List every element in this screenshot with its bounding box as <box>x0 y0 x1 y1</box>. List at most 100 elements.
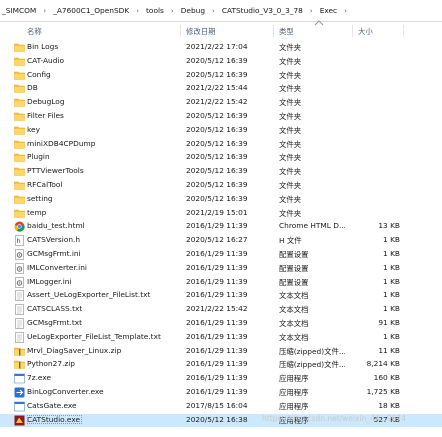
folder-icon <box>14 180 25 191</box>
file-row[interactable]: DebugLog 2021/2/22 15:42 文件夹 <box>0 96 442 110</box>
file-size: 1 KB <box>383 248 400 258</box>
file-name[interactable]: DB <box>27 83 40 92</box>
file-name[interactable]: GCMsgFrmt.txt <box>27 318 84 327</box>
folder-icon <box>14 139 25 150</box>
breadcrumb: _SIMCOM › _A7600C1_OpenSDK › tools › Debug › CAT… <box>0 0 442 22</box>
file-name[interactable]: temp <box>27 208 48 217</box>
file-type: 配置设置 <box>279 277 309 287</box>
file-row[interactable]: Assert_UeLogExporter_FileList.txt 2016/1/… <box>0 289 442 303</box>
file-size: 160 KB <box>373 373 400 383</box>
breadcrumb-item[interactable]: Debug <box>179 6 207 15</box>
file-name[interactable]: CatsGate.exe <box>27 401 79 410</box>
column-divider[interactable] <box>180 25 181 37</box>
file-type: 应用程序 <box>279 374 309 384</box>
file-name[interactable]: UeLogExporter_FileList_Template.txt <box>27 332 163 341</box>
file-row[interactable]: setting 2020/5/12 16:39 文件夹 <box>0 193 442 207</box>
file-date: 2020/5/12 16:39 <box>186 69 248 79</box>
file-row[interactable]: Config 2020/5/12 16:39 文件夹 <box>0 69 442 83</box>
column-divider[interactable] <box>273 25 274 37</box>
breadcrumb-item[interactable]: _A7600C1_OpenSDK <box>51 6 131 15</box>
file-row[interactable]: DB 2021/2/22 15:44 文件夹 <box>0 82 442 96</box>
breadcrumb-separator-icon[interactable]: › <box>38 7 51 15</box>
file-row[interactable]: IMLConverter.ini 2016/1/29 11:39 配置设置 1 KB <box>0 262 442 276</box>
file-date: 2016/1/29 11:39 <box>186 359 248 369</box>
file-row[interactable]: CAT-Audio 2020/5/12 16:39 文件夹 <box>0 55 442 69</box>
breadcrumb-item[interactable]: CATStudio_V3_0_3_78 <box>220 6 305 15</box>
column-divider[interactable] <box>403 25 404 37</box>
file-row[interactable]: temp 2021/2/19 15:01 文件夹 <box>0 207 442 221</box>
file-row[interactable]: Filter Files 2020/5/12 16:39 文件夹 <box>0 110 442 124</box>
file-date: 2016/1/29 11:39 <box>186 386 248 396</box>
file-row[interactable]: h CATSVersion.h 2020/5/12 16:27 H 文件 1 KB <box>0 234 442 248</box>
column-date[interactable]: 修改日期 <box>186 26 216 37</box>
file-row[interactable]: CATSCLASS.txt 2021/2/22 15:42 文本文档 1 KB <box>0 303 442 317</box>
column-type[interactable]: 类型 <box>279 26 294 37</box>
file-row[interactable]: BinLogConverter.exe 2016/1/29 11:39 应用程序 1,… <box>0 386 442 400</box>
file-name[interactable]: Bin Logs <box>27 42 60 51</box>
file-size: 1 KB <box>383 331 400 341</box>
file-row[interactable]: Python27.zip 2016/1/29 11:39 压缩(zipped)文件.… <box>0 358 442 372</box>
file-name[interactable]: Filter Files <box>27 111 66 120</box>
file-name[interactable]: DebugLog <box>27 97 67 106</box>
column-name[interactable]: 名称 <box>27 26 42 37</box>
file-name[interactable]: setting <box>27 194 55 203</box>
file-row[interactable]: baidu_test.html 2016/1/29 11:39 Chrome HTM… <box>0 220 442 234</box>
file-name[interactable]: CATSCLASS.txt <box>27 304 84 313</box>
file-row[interactable]: 7z.exe 2016/1/29 11:39 应用程序 160 KB <box>0 372 442 386</box>
file-row[interactable]: key 2020/5/12 16:39 文件夹 <box>0 124 442 138</box>
file-row[interactable]: Plugin 2020/5/12 16:39 文件夹 <box>0 151 442 165</box>
breadcrumb-item[interactable]: Exec <box>318 6 339 15</box>
file-name[interactable]: RFCalTool <box>27 180 64 189</box>
breadcrumb-separator-icon[interactable]: › <box>305 7 318 15</box>
file-row[interactable]: RFCalTool 2020/5/12 16:39 文件夹 <box>0 179 442 193</box>
breadcrumb-item[interactable]: _SIMCOM <box>0 6 38 15</box>
file-name[interactable]: miniXDB4CPDump <box>27 139 97 148</box>
file-row[interactable]: CATStudio.exe 2020/5/12 16:38 应用程序 527 KB <box>0 413 442 428</box>
file-size: 1 KB <box>383 235 400 245</box>
file-name[interactable]: BinLogConverter.exe <box>27 387 106 396</box>
file-date: 2021/2/22 15:42 <box>186 304 248 314</box>
file-name[interactable]: PTTViewerTools <box>27 166 86 175</box>
file-name[interactable]: Config <box>27 70 53 79</box>
file-name[interactable]: key <box>27 125 42 134</box>
file-date: 2020/5/12 16:39 <box>186 166 248 176</box>
file-name[interactable]: Python27.zip <box>27 359 77 368</box>
file-name[interactable]: 7z.exe <box>27 373 53 382</box>
file-name[interactable]: IMLogger.ini <box>27 277 74 286</box>
file-name[interactable]: CATStudio.exe <box>27 414 83 424</box>
file-row[interactable]: Bin Logs 2021/2/22 17:04 文件夹 <box>0 41 442 55</box>
column-size[interactable]: 大小 <box>358 26 373 37</box>
file-row[interactable]: UeLogExporter_FileList_Template.txt 2016/… <box>0 331 442 345</box>
file-name[interactable]: baidu_test.html <box>27 221 87 230</box>
file-name[interactable]: CATSVersion.h <box>27 235 82 244</box>
file-row[interactable]: Mrvl_DiagSaver_Linux.zip 2016/1/29 11:39 压… <box>0 345 442 359</box>
file-date: 2016/1/29 11:39 <box>186 248 248 258</box>
file-row[interactable]: GCMsgFrmt.ini 2016/1/29 11:39 配置设置 1 KB <box>0 248 442 262</box>
file-type: 应用程序 <box>279 387 309 397</box>
exe-icon <box>14 373 25 384</box>
file-row[interactable]: PTTViewerTools 2020/5/12 16:39 文件夹 <box>0 165 442 179</box>
file-date: 2021/2/22 15:42 <box>186 97 248 107</box>
file-name[interactable]: Mrvl_DiagSaver_Linux.zip <box>27 346 123 355</box>
file-date: 2016/1/29 11:39 <box>186 331 248 341</box>
file-name[interactable]: CAT-Audio <box>27 56 66 65</box>
breadcrumb-separator-icon[interactable]: › <box>131 7 144 15</box>
file-name[interactable]: Assert_UeLogExporter_FileList.txt <box>27 290 152 299</box>
file-date: 2020/5/12 16:27 <box>186 235 248 245</box>
file-row[interactable]: IMLogger.ini 2016/1/29 11:39 配置设置 1 KB <box>0 276 442 290</box>
file-row[interactable]: miniXDB4CPDump 2020/5/12 16:39 文件夹 <box>0 138 442 152</box>
file-type: 文件夹 <box>279 111 302 121</box>
breadcrumb-item[interactable]: tools <box>144 6 166 15</box>
file-name[interactable]: Plugin <box>27 152 52 161</box>
file-row[interactable]: CatsGate.exe 2017/8/15 16:04 应用程序 18 KB <box>0 400 442 414</box>
breadcrumb-separator-icon[interactable]: › <box>207 7 220 15</box>
file-type: 文本文档 <box>279 305 309 315</box>
file-row[interactable]: GCMsgFrmt.txt 2016/1/29 11:39 文本文档 91 KB <box>0 317 442 331</box>
file-name[interactable]: GCMsgFrmt.ini <box>27 249 83 258</box>
breadcrumb-separator-icon[interactable]: › <box>339 7 352 15</box>
breadcrumb-separator-icon[interactable]: › <box>166 7 179 15</box>
file-name[interactable]: IMLConverter.ini <box>27 263 89 272</box>
file-type: 文本文档 <box>279 291 309 301</box>
file-date: 2020/5/12 16:39 <box>186 193 248 203</box>
column-divider[interactable] <box>352 25 353 37</box>
